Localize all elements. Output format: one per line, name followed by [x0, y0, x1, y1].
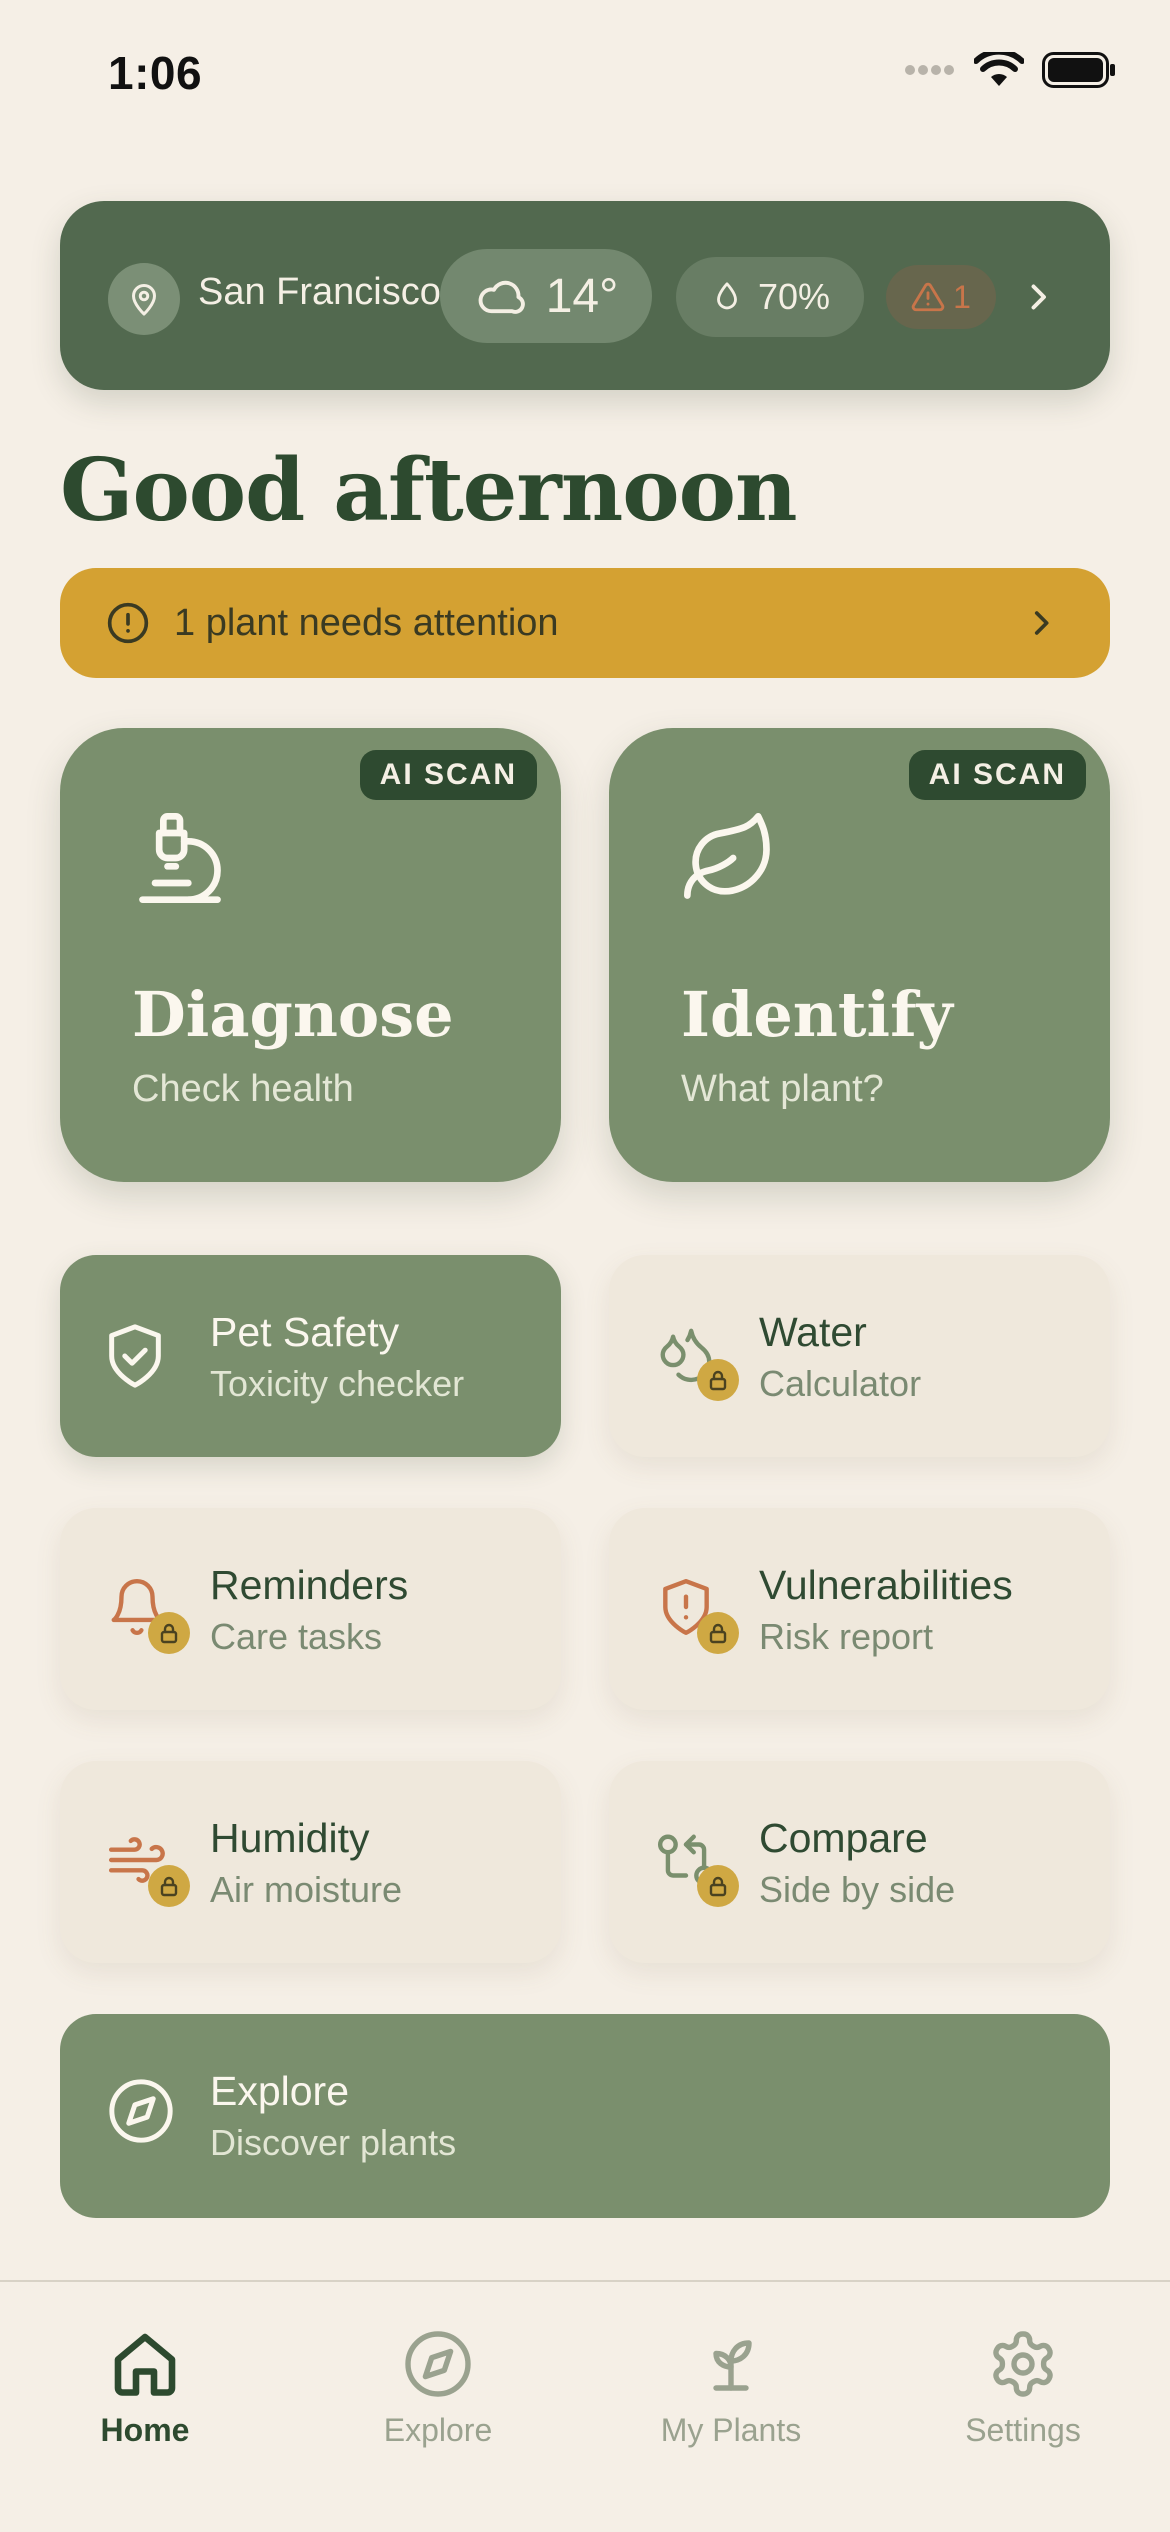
humidity-subtitle: Air moisture	[210, 1869, 403, 1910]
chevron-right-icon	[1034, 611, 1049, 635]
warning-icon	[911, 282, 945, 312]
vulnerabilities-tile[interactable]: Vulnerabilities Risk report	[609, 1508, 1110, 1710]
reminders-tile[interactable]: Reminders Care tasks	[60, 1508, 561, 1710]
reminders-subtitle: Care tasks	[210, 1616, 383, 1657]
humidity-value: 70%	[757, 276, 831, 317]
lock-badge	[697, 1865, 739, 1907]
tab-my-plants[interactable]: My Plants	[611, 2328, 851, 2468]
status-bar: 1:06	[0, 0, 1170, 150]
humidity-icon-wrap	[106, 1825, 190, 1907]
tab-home[interactable]: Home	[25, 2328, 265, 2468]
microscope-icon	[139, 813, 221, 903]
compass-icon	[109, 2079, 173, 2143]
compass-icon	[405, 2331, 471, 2397]
identify-subtitle: What plant?	[681, 1068, 884, 1110]
battery-icon	[1042, 52, 1115, 88]
ai-scan-badge: AI SCAN	[359, 750, 537, 800]
lock-badge	[148, 1865, 190, 1907]
compare-tile[interactable]: Compare Side by side	[609, 1761, 1110, 1963]
location-pin-icon	[132, 284, 156, 316]
status-time: 1:06	[108, 47, 203, 99]
cellular-signal-icon	[905, 65, 954, 75]
water-subtitle: Calculator	[759, 1363, 922, 1404]
shield-check-icon	[109, 1324, 161, 1388]
diagnose-card[interactable]: AI SCAN Diagnose Check health	[60, 728, 561, 1182]
compare-icon-wrap	[655, 1825, 739, 1907]
droplet-icon	[717, 282, 737, 310]
temperature-pill: 14°	[440, 249, 652, 343]
tab-settings[interactable]: Settings	[903, 2328, 1143, 2468]
weather-alert-count: 1	[953, 278, 971, 315]
diagnose-subtitle: Check health	[132, 1068, 354, 1110]
lock-badge	[697, 1359, 739, 1401]
home-icon	[114, 2333, 176, 2396]
vulnerabilities-subtitle: Risk report	[759, 1616, 934, 1657]
lock-icon	[160, 1876, 178, 1897]
tab-settings-label: Settings	[965, 2412, 1081, 2448]
pet-safety-title: Pet Safety	[210, 1309, 400, 1355]
explore-title: Explore	[210, 2068, 350, 2114]
ai-scan-badge: AI SCAN	[908, 750, 1086, 800]
explore-tile[interactable]: Explore Discover plants	[60, 2014, 1110, 2218]
lock-icon	[709, 1876, 727, 1897]
lock-icon	[709, 1370, 727, 1391]
status-icons	[904, 52, 1116, 88]
water-tile[interactable]: Water Calculator	[609, 1255, 1110, 1457]
tab-explore-label: Explore	[383, 2412, 493, 2448]
reminders-title: Reminders	[210, 1562, 409, 1608]
humidity-title: Humidity	[210, 1815, 370, 1861]
attention-banner[interactable]: 1 plant needs attention	[60, 568, 1110, 678]
tab-bar: Home Explore My Plants Settings	[0, 2280, 1170, 2532]
lock-icon	[709, 1623, 727, 1644]
temperature-value: 14°	[545, 269, 619, 323]
sprout-icon	[713, 2340, 752, 2391]
location-pin-badge	[108, 263, 180, 335]
identify-card[interactable]: AI SCAN Identify What plant?	[609, 728, 1110, 1182]
alert-circle-icon	[107, 602, 149, 644]
wifi-icon	[974, 52, 1024, 86]
lock-badge	[148, 1612, 190, 1654]
tab-my-plants-label: My Plants	[660, 2412, 802, 2448]
weather-card[interactable]: San Francisco 14° 70% 1	[60, 201, 1110, 390]
attention-text: 1 plant needs attention	[174, 602, 559, 644]
humidity-tile[interactable]: Humidity Air moisture	[60, 1761, 561, 1963]
weather-alert-pill[interactable]: 1	[886, 265, 996, 329]
compare-title: Compare	[759, 1815, 928, 1861]
vulnerabilities-title: Vulnerabilities	[759, 1562, 1013, 1608]
explore-subtitle: Discover plants	[210, 2122, 457, 2163]
lock-badge	[697, 1612, 739, 1654]
tab-home-label: Home	[100, 2412, 190, 2448]
pet-safety-tile[interactable]: Pet Safety Toxicity checker	[60, 1255, 561, 1457]
gear-icon	[993, 2331, 1053, 2397]
humidity-pill: 70%	[676, 257, 864, 337]
greeting-heading: Good afternoon	[60, 440, 797, 541]
identify-title: Identify	[681, 978, 953, 1051]
reminders-icon-wrap	[106, 1572, 190, 1654]
water-icon-wrap	[655, 1319, 739, 1401]
diagnose-title: Diagnose	[132, 978, 454, 1051]
pet-safety-subtitle: Toxicity checker	[210, 1363, 465, 1404]
lock-icon	[160, 1623, 178, 1644]
leaf-icon	[684, 813, 770, 899]
location-name: San Francisco	[198, 271, 441, 313]
tab-explore[interactable]: Explore	[318, 2328, 558, 2468]
cloud-icon	[478, 280, 525, 314]
compare-subtitle: Side by side	[759, 1869, 956, 1910]
water-title: Water	[759, 1309, 867, 1355]
chevron-right-icon	[1031, 284, 1046, 310]
vulnerabilities-icon-wrap	[655, 1572, 739, 1654]
